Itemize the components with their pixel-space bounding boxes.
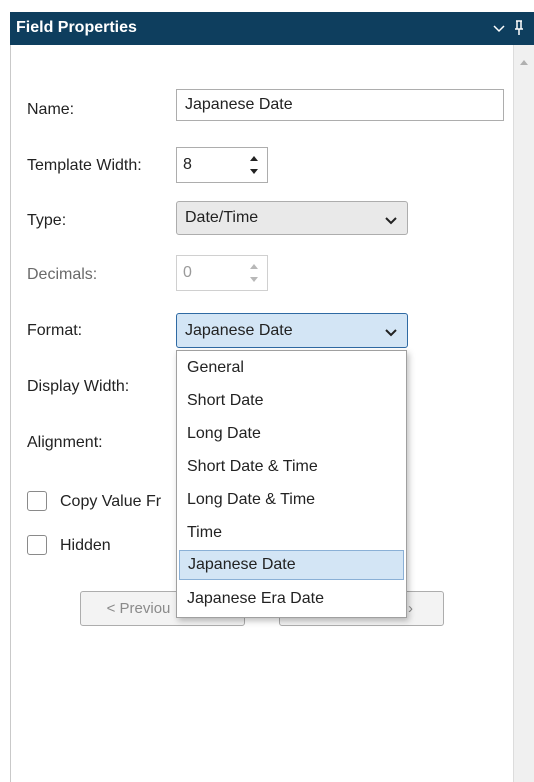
format-label: Format: <box>27 322 83 339</box>
scroll-up-arrow-icon[interactable] <box>519 53 529 71</box>
template-width-value: 8 <box>183 156 192 173</box>
name-label: Name: <box>27 101 75 118</box>
hidden-checkbox[interactable] <box>27 535 47 555</box>
chevron-down-icon[interactable] <box>492 18 506 43</box>
format-option-long-date-time[interactable]: Long Date & Time <box>179 485 404 515</box>
template-width-stepper[interactable]: 8 <box>176 147 268 183</box>
format-option-japanese-date[interactable]: Japanese Date <box>179 550 404 580</box>
alignment-label: Alignment: <box>27 434 103 451</box>
chevron-down-icon <box>385 325 397 343</box>
copy-value-label: Copy Value Fr <box>60 493 162 510</box>
format-value: Japanese Date <box>185 321 293 339</box>
pin-icon[interactable] <box>512 18 526 43</box>
format-dropdown-list: General Short Date Long Date Short Date … <box>176 350 407 618</box>
format-option-general[interactable]: General <box>179 353 404 383</box>
panel-title: Field Properties <box>16 19 137 36</box>
type-label: Type: <box>27 212 67 229</box>
format-option-japanese-era-date[interactable]: Japanese Era Date <box>179 584 404 614</box>
decimals-label: Decimals: <box>27 266 98 283</box>
format-option-time[interactable]: Time <box>179 518 404 548</box>
display-width-label: Display Width: <box>27 378 130 395</box>
type-select[interactable]: Date/Time <box>176 201 408 235</box>
template-width-label: Template Width: <box>27 157 142 174</box>
name-field[interactable]: Japanese Date <box>176 89 504 121</box>
chevron-down-icon <box>385 213 397 231</box>
format-option-short-date-time[interactable]: Short Date & Time <box>179 452 404 482</box>
previous-button-label: < Previou <box>106 600 171 617</box>
type-value: Date/Time <box>185 209 259 226</box>
decimals-stepper[interactable]: 0 <box>176 255 268 291</box>
copy-value-checkbox[interactable] <box>27 491 47 511</box>
format-option-short-date[interactable]: Short Date <box>179 386 404 416</box>
name-value: Japanese Date <box>185 96 293 113</box>
spin-arrows-icon[interactable] <box>249 260 259 291</box>
hidden-label: Hidden <box>60 537 111 554</box>
vertical-scrollbar[interactable] <box>513 45 534 782</box>
panel-titlebar: Field Properties <box>10 12 534 45</box>
spin-arrows-icon[interactable] <box>249 152 259 183</box>
next-button-label: › <box>408 600 413 617</box>
decimals-value: 0 <box>183 264 192 281</box>
format-select[interactable]: Japanese Date <box>176 313 408 348</box>
format-option-long-date[interactable]: Long Date <box>179 419 404 449</box>
